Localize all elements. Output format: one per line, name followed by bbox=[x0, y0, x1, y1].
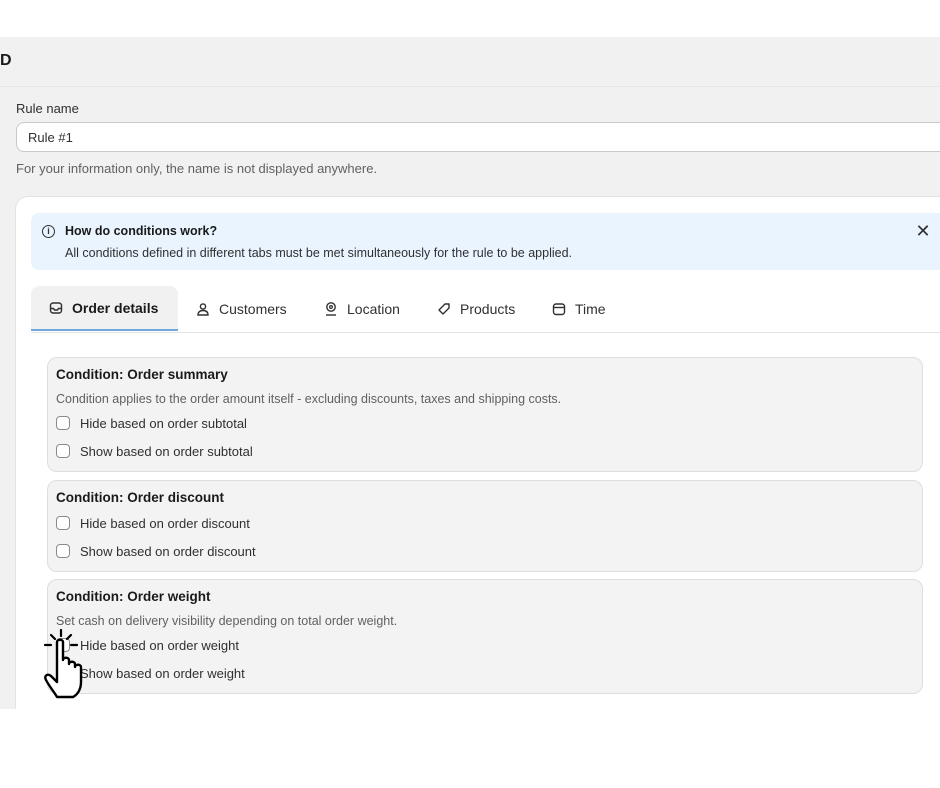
condition-title: Condition: Order discount bbox=[56, 490, 224, 505]
tab-label: Time bbox=[575, 300, 606, 317]
info-banner-text: All conditions defined in different tabs… bbox=[65, 246, 573, 260]
info-icon: i bbox=[42, 225, 55, 238]
tab-products[interactable]: Products bbox=[419, 286, 534, 331]
rule-name-input[interactable] bbox=[16, 122, 940, 152]
condition-title: Condition: Order summary bbox=[56, 367, 228, 382]
checkbox-label: Show based on order subtotal bbox=[80, 443, 253, 459]
info-banner-title: How do conditions work? bbox=[65, 224, 218, 238]
condition-description: Set cash on delivery visibility dependin… bbox=[56, 614, 398, 628]
condition-order-summary: Condition: Order summary Condition appli… bbox=[47, 357, 923, 472]
tab-customers[interactable]: Customers bbox=[178, 286, 306, 331]
checkbox-label: Hide based on order subtotal bbox=[80, 415, 247, 431]
checkbox[interactable] bbox=[56, 444, 70, 458]
checkbox[interactable] bbox=[56, 516, 70, 530]
tab-label: Location bbox=[347, 300, 400, 317]
info-banner: i How do conditions work? All conditions… bbox=[31, 213, 940, 270]
hide-order-discount-option[interactable]: Hide based on order discount bbox=[56, 514, 250, 532]
close-icon[interactable]: ✕ bbox=[914, 222, 932, 240]
person-icon bbox=[197, 302, 209, 316]
tab-order-details[interactable]: Order details bbox=[31, 286, 178, 331]
calendar-icon bbox=[552, 302, 566, 315]
tab-time[interactable]: Time bbox=[534, 286, 624, 331]
location-pin-icon bbox=[326, 301, 336, 316]
tab-label: Products bbox=[460, 300, 516, 317]
tab-label: Customers bbox=[219, 300, 287, 317]
condition-order-weight: Condition: Order weight Set cash on deli… bbox=[47, 579, 923, 694]
condition-description: Condition applies to the order amount it… bbox=[56, 392, 562, 406]
tab-location[interactable]: Location bbox=[306, 286, 419, 331]
panel-header-title: D bbox=[0, 52, 12, 69]
condition-order-discount: Condition: Order discount Hide based on … bbox=[47, 480, 923, 572]
rule-name-label: Rule name bbox=[16, 101, 79, 116]
hide-order-subtotal-option[interactable]: Hide based on order subtotal bbox=[56, 414, 247, 432]
inbox-icon bbox=[49, 301, 63, 314]
panel-header: D bbox=[0, 37, 940, 87]
checkbox-label: Hide based on order discount bbox=[80, 515, 250, 531]
show-order-subtotal-option[interactable]: Show based on order subtotal bbox=[56, 442, 253, 460]
checkbox[interactable] bbox=[56, 416, 70, 430]
condition-tabs: Order details Customers Location Product… bbox=[31, 286, 940, 333]
checkbox-label: Hide based on order weight bbox=[80, 637, 239, 653]
rule-panel: D Rule name For your information only, t… bbox=[0, 37, 940, 709]
checkbox[interactable] bbox=[56, 544, 70, 558]
tag-icon bbox=[438, 302, 450, 315]
hand-pointer-cursor-icon bbox=[43, 628, 83, 699]
rule-name-help-text: For your information only, the name is n… bbox=[16, 161, 378, 176]
checkbox-label: Show based on order discount bbox=[80, 543, 256, 559]
checkbox-label: Show based on order weight bbox=[80, 665, 245, 681]
tab-label: Order details bbox=[72, 299, 159, 316]
show-order-discount-option[interactable]: Show based on order discount bbox=[56, 542, 256, 560]
condition-title: Condition: Order weight bbox=[56, 589, 211, 604]
conditions-card: i How do conditions work? All conditions… bbox=[16, 197, 940, 709]
